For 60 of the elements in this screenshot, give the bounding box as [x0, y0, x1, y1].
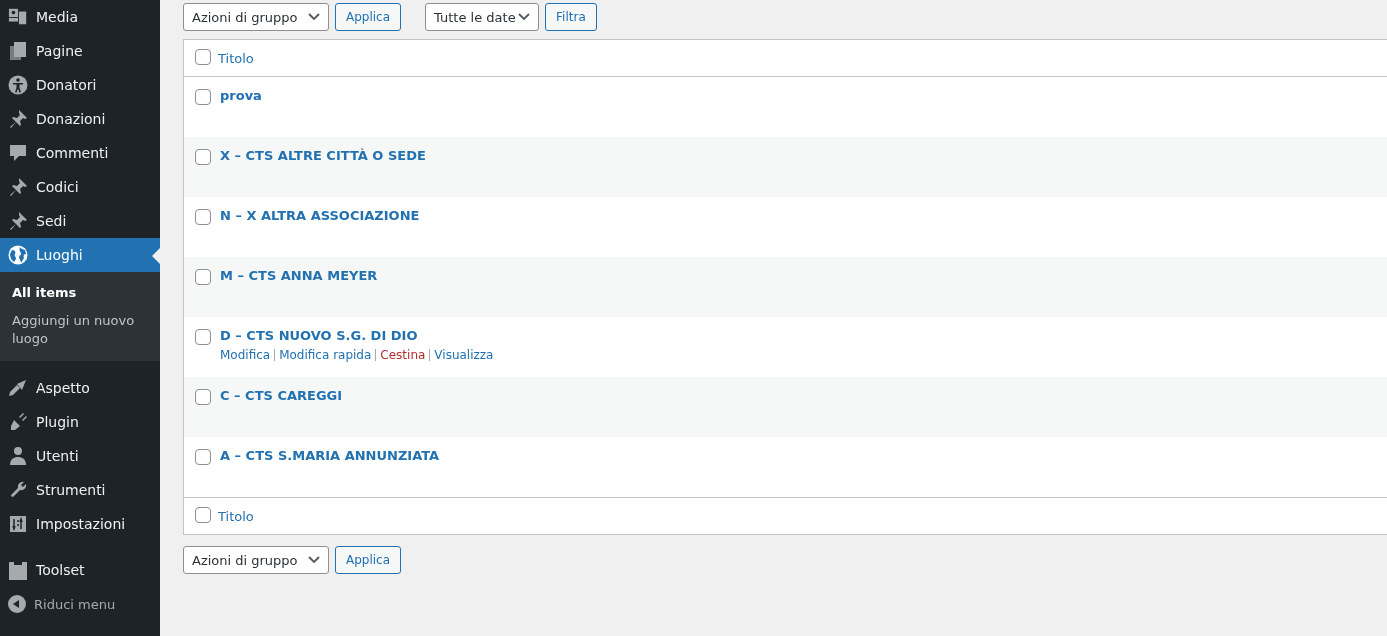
- sidebar-menu-item[interactable]: Donatori: [0, 68, 160, 102]
- row-action-link[interactable]: Visualizza: [434, 348, 494, 362]
- column-header-link[interactable]: Titolo: [218, 50, 254, 66]
- chevron-down-icon: [308, 556, 320, 564]
- row-action-link[interactable]: Modifica: [220, 348, 271, 362]
- pages-icon: [8, 40, 28, 62]
- accessibility-icon: [8, 74, 28, 96]
- blocks-icon: [8, 559, 28, 581]
- collapse-menu-button[interactable]: Riduci menu: [0, 587, 160, 621]
- checkbox[interactable]: [195, 89, 211, 105]
- submenu-link[interactable]: Aggiungi un nuovo luogo: [0, 307, 160, 353]
- checkbox[interactable]: [195, 149, 211, 165]
- sidebar-menu-item[interactable]: Codici: [0, 170, 160, 204]
- button[interactable]: Applica: [335, 546, 402, 574]
- post-title-link[interactable]: X – CTS ALTRE CITTÀ O SEDE: [220, 148, 426, 163]
- user-icon: [8, 445, 28, 467]
- checkbox[interactable]: [195, 48, 211, 65]
- button[interactable]: Filtra: [545, 3, 597, 31]
- sidebar-menu-item[interactable]: Aspetto: [0, 371, 160, 405]
- post-title-link[interactable]: C – CTS CAREGGI: [220, 388, 343, 403]
- sidebar-menu-item[interactable]: Toolset: [0, 553, 160, 587]
- sidebar-menu-item[interactable]: Sedi: [0, 204, 160, 238]
- column-header-link[interactable]: Titolo: [218, 508, 254, 524]
- sliders-icon: [8, 513, 28, 535]
- sidebar-menu-item[interactable]: Luoghi: [0, 238, 160, 272]
- pin-icon: [8, 210, 28, 232]
- submenu-link[interactable]: All items: [0, 279, 160, 307]
- post-title-link[interactable]: A – CTS S.MARIA ANNUNZIATA: [220, 448, 440, 463]
- sidebar-menu-item[interactable]: Plugin: [0, 405, 160, 439]
- pin-icon: [8, 108, 28, 130]
- post-title-link[interactable]: M – CTS ANNA MEYER: [220, 268, 378, 283]
- plug-icon: [8, 411, 28, 433]
- chevron-down-icon: [518, 13, 531, 21]
- post-title-link[interactable]: N – X ALTRA ASSOCIAZIONE: [220, 208, 420, 223]
- checkbox[interactable]: [195, 209, 211, 225]
- pin-icon: [8, 176, 28, 198]
- dropdown[interactable]: Azioni di gruppo: [183, 546, 329, 574]
- sidebar-menu-item[interactable]: Donazioni: [0, 102, 160, 136]
- sidebar-menu-item[interactable]: Impostazioni: [0, 507, 160, 541]
- dropdown[interactable]: Azioni di gruppo: [183, 3, 329, 31]
- checkbox[interactable]: [195, 389, 211, 405]
- row-action-link[interactable]: Cestina: [380, 348, 426, 362]
- button[interactable]: Applica: [335, 3, 402, 31]
- checkbox[interactable]: [195, 449, 211, 465]
- sidebar-menu-item[interactable]: Commenti: [0, 136, 160, 170]
- dropdown[interactable]: Tutte le date: [425, 3, 540, 31]
- checkbox[interactable]: [195, 506, 211, 523]
- row-action-link[interactable]: Modifica rapida: [279, 348, 372, 362]
- sidebar-menu-item[interactable]: Strumenti: [0, 473, 160, 507]
- globe-icon: [8, 244, 28, 266]
- sidebar-menu-item[interactable]: Pagine: [0, 34, 160, 68]
- chevron-down-icon: [308, 13, 320, 21]
- speech-bubble-icon: [8, 142, 28, 164]
- checkbox[interactable]: [195, 269, 211, 285]
- sidebar-menu-item[interactable]: Utenti: [0, 439, 160, 473]
- post-title-link[interactable]: D – CTS NUOVO S.G. DI DIO: [220, 328, 418, 343]
- paintbrush-icon: [8, 377, 28, 399]
- checkbox[interactable]: [195, 329, 211, 345]
- sidebar-menu-item[interactable]: Media: [0, 0, 160, 34]
- post-title-link[interactable]: prova: [220, 88, 262, 103]
